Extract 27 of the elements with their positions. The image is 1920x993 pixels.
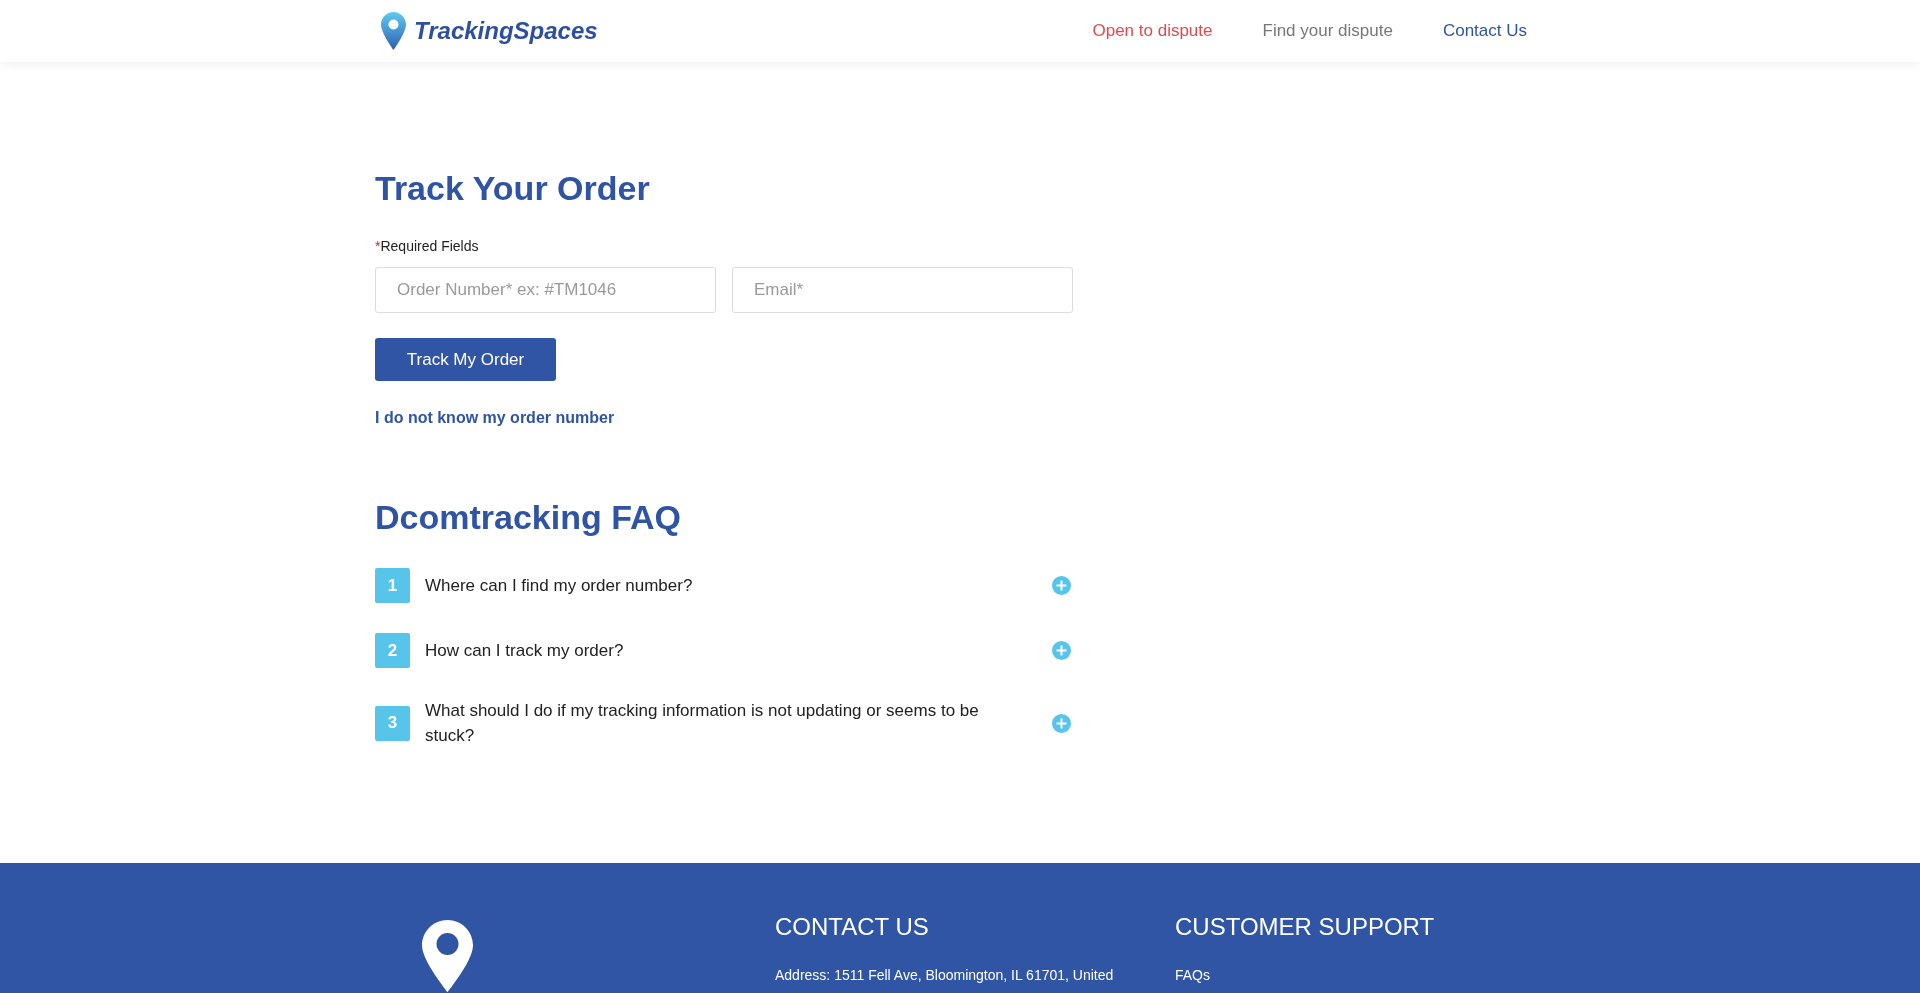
input-field[interactable]: Order Number* ex: #TM1046 bbox=[375, 267, 716, 313]
expand-icon[interactable] bbox=[1052, 641, 1071, 660]
required-asterisk: * bbox=[375, 238, 381, 254]
required-fields-note: Required Fields bbox=[380, 238, 479, 254]
map-pin-icon[interactable] bbox=[381, 12, 406, 50]
faq-number: 3 bbox=[375, 705, 410, 741]
faq-heading: Dcomtracking FAQ bbox=[375, 497, 683, 537]
footer-heading: CUSTOMER SUPPORT bbox=[1175, 912, 1436, 942]
expand-icon[interactable] bbox=[1052, 713, 1071, 733]
help-link[interactable]: I do not know my order number bbox=[375, 406, 615, 430]
track-order-button[interactable]: Track My Order bbox=[375, 338, 556, 381]
expand-icon[interactable] bbox=[1052, 576, 1071, 595]
faq-question[interactable]: How can I track my order? bbox=[425, 638, 1005, 663]
map-pin-icon bbox=[422, 920, 473, 992]
logo-text[interactable]: TrackingSpaces bbox=[414, 16, 598, 46]
faq-question[interactable]: Where can I find my order number? bbox=[425, 573, 1005, 598]
page-heading: Track Your Order bbox=[375, 168, 651, 208]
nav-link[interactable]: Open to dispute bbox=[1092, 19, 1213, 43]
nav-link[interactable]: Find your dispute bbox=[1262, 19, 1393, 43]
faq-question[interactable]: What should I do if my tracking information is not updating or seems to be stuck? bbox=[425, 698, 1005, 748]
address-text: Address: 1511 Fell Ave, Bloomington, IL 61701, United bbox=[775, 966, 1114, 985]
nav-link[interactable]: Contact Us bbox=[1442, 19, 1527, 43]
input-field[interactable]: Email* bbox=[732, 267, 1073, 313]
footer-link[interactable]: FAQs bbox=[1175, 964, 1210, 986]
faq-number: 2 bbox=[375, 633, 410, 668]
faq-number: 1 bbox=[375, 568, 410, 603]
footer-heading: CONTACT US bbox=[775, 912, 930, 942]
